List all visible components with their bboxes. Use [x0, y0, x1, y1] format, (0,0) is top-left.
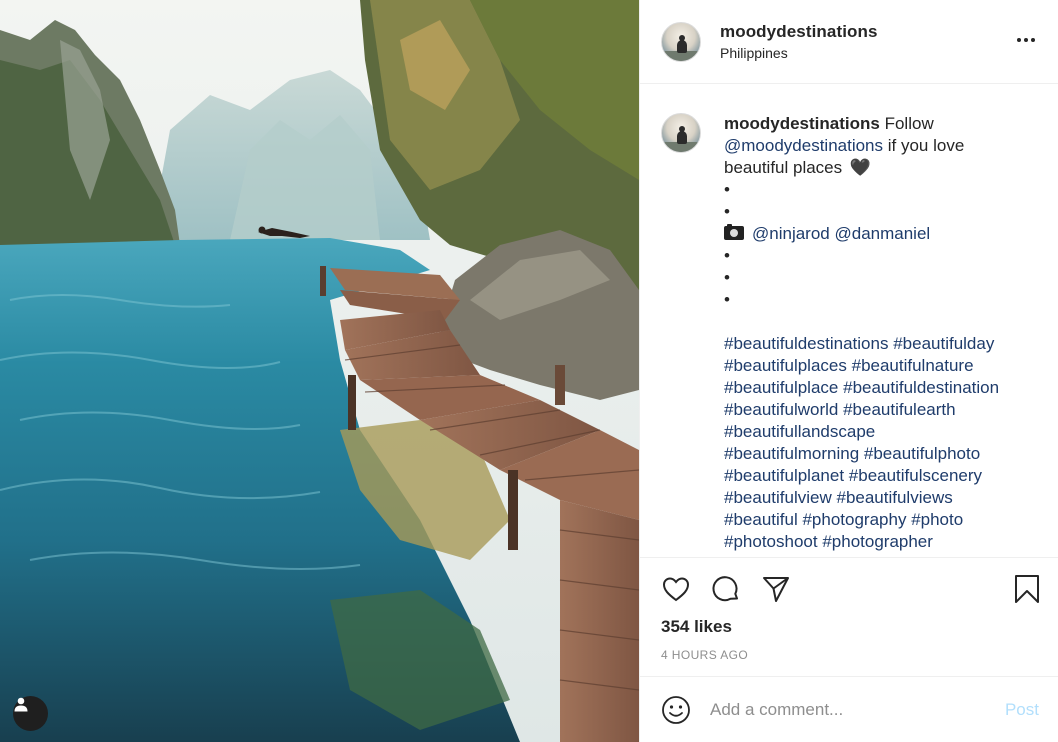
black-heart-icon: 🖤	[849, 158, 872, 177]
more-horizontal-icon	[1017, 38, 1021, 42]
caption-dot: •	[724, 180, 730, 199]
caption-dot: •	[724, 246, 730, 265]
hashtag-link[interactable]: #photography	[802, 510, 906, 529]
post-side-panel: moodydestinations Philippines moodydesti…	[639, 0, 1058, 742]
caption-second-line: @moodydestinations if you love	[724, 135, 999, 157]
user-tag-icon	[14, 697, 28, 712]
likes-count[interactable]: 354 likes	[661, 617, 732, 637]
caption-dot: •	[724, 290, 730, 309]
header-location[interactable]: Philippines	[720, 45, 878, 61]
hashtag-link[interactable]: #beautifulplanet	[724, 466, 844, 485]
paper-plane-icon	[763, 577, 789, 602]
hashtag-link[interactable]: #photoshoot	[724, 532, 818, 551]
user-tag-button[interactable]	[13, 696, 48, 731]
hashtag-link[interactable]: #photo	[911, 510, 963, 529]
hashtag-link[interactable]: #beautifulmorning	[724, 444, 859, 463]
hashtag-block: #beautifuldestinations #beautifulday #bea…	[724, 333, 999, 553]
lagoon-scene-image	[0, 0, 639, 742]
mention-link[interactable]: @ninjarod	[752, 224, 830, 243]
hashtag-link[interactable]: #beautiful	[724, 510, 798, 529]
post-photo[interactable]	[0, 0, 639, 742]
post-timestamp[interactable]: 4 HOURS AGO	[661, 648, 748, 662]
caption-first-line: moodydestinations Follow	[724, 113, 999, 135]
avatar[interactable]	[661, 21, 701, 62]
caption-dot: •	[724, 202, 730, 221]
post-header: moodydestinations Philippines	[640, 0, 1058, 84]
hashtag-line: #beautifulview #beautifulviews	[724, 487, 999, 509]
caption-third-line: beautiful places 🖤	[724, 157, 999, 179]
header-username[interactable]: moodydestinations	[720, 22, 878, 42]
hashtag-line: #beautifulplaces #beautifulnature	[724, 355, 999, 377]
hashtag-link[interactable]: #beautifuldestinations	[724, 334, 888, 353]
comment-input[interactable]	[710, 699, 1005, 720]
hashtag-link[interactable]: #beautifulday	[893, 334, 994, 353]
caption-text-love: if you love	[887, 136, 965, 155]
mention-link[interactable]: @danmaniel	[834, 224, 930, 243]
hashtag-line: #photoshoot #photographer	[724, 531, 999, 553]
post-comment-button[interactable]: Post	[1005, 700, 1039, 720]
comment-bar: Post	[640, 676, 1058, 742]
hashtag-link[interactable]: #beautifulnature	[852, 356, 974, 375]
caption-dot: •	[724, 268, 730, 287]
hashtag-line: #beautifulplanet #beautifulscenery	[724, 465, 999, 487]
caption-username[interactable]: moodydestinations	[724, 114, 880, 133]
hashtag-line: #beautifulworld #beautifulearth	[724, 399, 999, 421]
hashtag-link[interactable]: #beautifulphoto	[864, 444, 980, 463]
smiley-face-icon[interactable]	[661, 695, 691, 725]
heart-outline-icon	[662, 577, 690, 602]
caption-credits-line: @ninjarod @danmaniel	[724, 223, 999, 245]
hashtag-link[interactable]: #beautifulscenery	[849, 466, 982, 485]
hashtag-line: #beautifullandscape	[724, 421, 999, 443]
hashtag-link[interactable]: #beautifulplaces	[724, 356, 847, 375]
caption-avatar[interactable]	[661, 113, 701, 153]
hashtag-link[interactable]: #beautifullandscape	[724, 422, 875, 441]
hashtag-line: #beautifuldestinations #beautifulday	[724, 333, 999, 355]
save-button[interactable]	[1012, 574, 1042, 609]
comment-bubble-icon	[712, 576, 738, 602]
share-button[interactable]	[761, 574, 791, 609]
hashtag-line: #beautifulmorning #beautifulphoto	[724, 443, 999, 465]
comment-button[interactable]	[711, 574, 741, 609]
bookmark-icon	[1015, 575, 1039, 603]
hashtag-link[interactable]: #beautifuldestination	[843, 378, 999, 397]
caption-section: moodydestinations Follow @moodydestinati…	[640, 84, 1058, 558]
mention-link[interactable]: @moodydestinations	[724, 136, 883, 155]
hashtag-link[interactable]: #beautifulplace	[724, 378, 838, 397]
hashtag-line: #beautifulplace #beautifuldestination	[724, 377, 999, 399]
more-options-button[interactable]	[1014, 30, 1038, 50]
hashtag-link[interactable]: #photographer	[822, 532, 933, 551]
hashtag-line: #beautiful #photography #photo	[724, 509, 999, 531]
header-text: moodydestinations Philippines	[720, 22, 878, 61]
caption-text: moodydestinations Follow @moodydestinati…	[724, 113, 999, 557]
caption-text-places: beautiful places	[724, 158, 843, 177]
camera-icon	[724, 224, 744, 240]
caption-text-follow: Follow	[884, 114, 934, 133]
hashtag-link[interactable]: #beautifulview	[724, 488, 832, 507]
like-button[interactable]	[661, 574, 691, 609]
action-bar	[640, 558, 1058, 620]
hashtag-link[interactable]: #beautifulworld	[724, 400, 838, 419]
hashtag-link[interactable]: #beautifulviews	[836, 488, 952, 507]
hashtag-link[interactable]: #beautifulearth	[843, 400, 955, 419]
